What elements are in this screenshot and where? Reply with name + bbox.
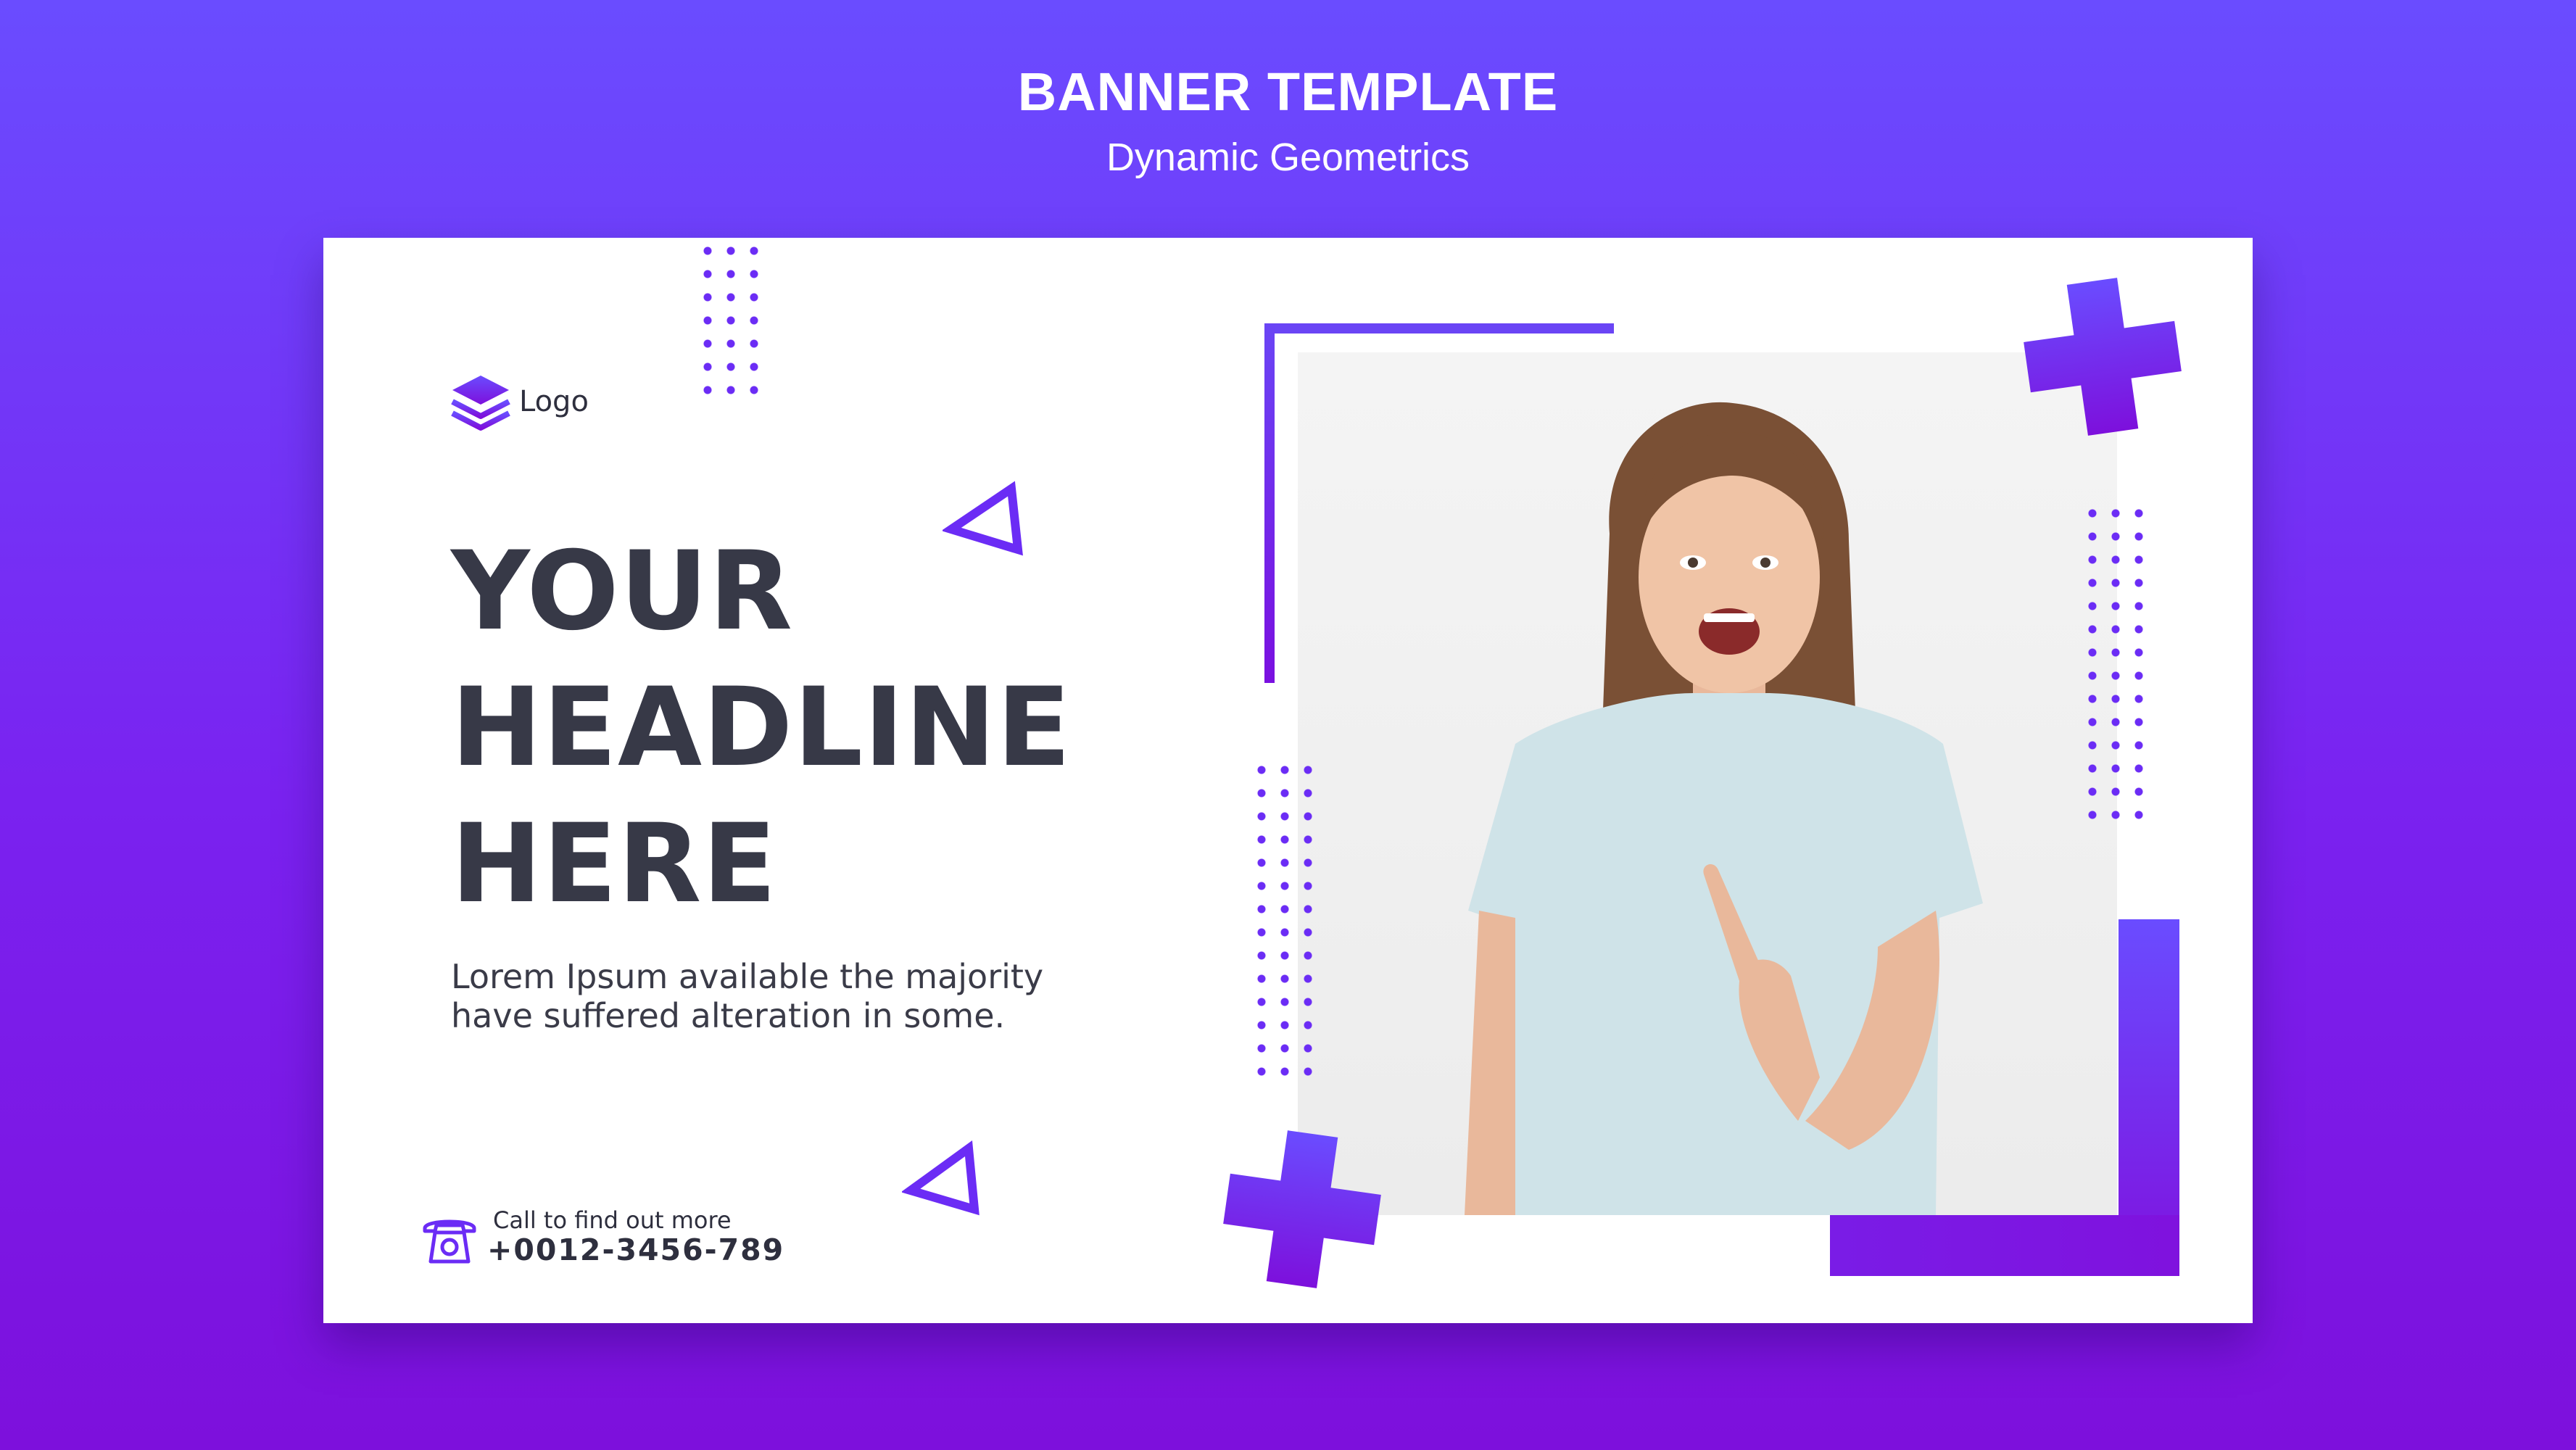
logo: Logo [450, 373, 589, 431]
headline-line-1: YOUR [451, 529, 794, 655]
person-illustration [1465, 402, 1983, 1215]
block-decoration-bottom [1830, 1215, 2179, 1276]
plus-icon-bottom [1223, 1130, 1381, 1288]
headline: YOUR HEADLINE HERE [451, 523, 1321, 932]
bracket-decoration-left [1264, 323, 1275, 683]
dot-grid-right [2081, 502, 2150, 821]
dot-grid-top [696, 239, 766, 396]
dot-grid-middle [1250, 758, 1320, 1077]
layers-icon [451, 376, 510, 431]
cta-label: Call to find out more [493, 1206, 732, 1234]
telephone-icon [423, 1219, 476, 1264]
body-line-2: have suffered alteration in some. [451, 996, 1006, 1035]
hero-photo [1298, 352, 2117, 1215]
triangle-outline-icon-bottom [902, 1140, 980, 1216]
triangle-outline-icon [943, 481, 1023, 556]
logo-label: Logo [519, 385, 589, 418]
page-title: BANNER TEMPLATE [1017, 62, 1559, 122]
plus-icon [2024, 278, 2182, 436]
page-subtitle: Dynamic Geometrics [1106, 136, 1470, 179]
cta-phone[interactable]: +0012-3456-789 [487, 1232, 784, 1267]
body-text: Lorem Ipsum available the majority have … [451, 957, 1176, 1035]
headline-line-2: HEADLINE [451, 665, 1072, 791]
body-line-1: Lorem Ipsum available the majority [451, 957, 1044, 996]
bracket-decoration-top [1264, 323, 1614, 334]
headline-line-3: HERE [451, 801, 777, 927]
